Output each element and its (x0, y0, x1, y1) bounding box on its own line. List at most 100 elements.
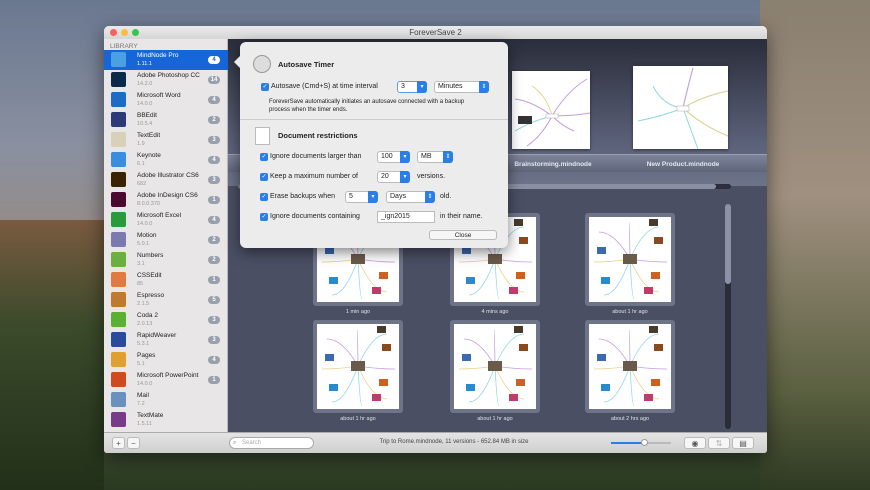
app-version: 14.0.0 (137, 381, 153, 387)
app-name: Microsoft PowerPoint (137, 372, 199, 379)
version-count-badge: 2 (208, 116, 220, 124)
zoom-slider[interactable] (611, 439, 671, 446)
remove-app-button[interactable]: − (127, 437, 140, 449)
desktop-background-rock (760, 0, 870, 490)
app-name: Adobe Photoshop CC (137, 72, 200, 79)
app-name: Microsoft Excel (137, 212, 182, 219)
word-icon (111, 92, 126, 107)
version-count-badge: 2 (208, 256, 220, 264)
app-name: CSSEdit (137, 272, 162, 279)
app-version: 3.1 (137, 261, 145, 267)
autosave-unit-select[interactable]: Minutes ⇕ (434, 81, 489, 93)
close-button[interactable]: Close (429, 230, 497, 240)
version-timestamp: about 1 hr ago (612, 309, 648, 315)
close-window-button[interactable] (110, 29, 117, 36)
sidebar-item[interactable]: Coda 2 2.0.13 3 (104, 310, 228, 330)
erase-backups-label: Erase backups when (270, 193, 335, 200)
version-timestamp: 4 mins ago (481, 309, 509, 315)
sidebar-item[interactable]: BBEdit 10.5.4 2 (104, 110, 228, 130)
version-card[interactable] (313, 320, 403, 413)
sidebar-item[interactable]: RapidWeaver 5.3.1 3 (104, 330, 228, 350)
app-version: 1.5.11 (137, 421, 152, 427)
sidebar-item[interactable]: TextEdit 1.9 3 (104, 130, 228, 150)
updown-chevron-icon: ⇕ (479, 81, 489, 93)
version-card[interactable] (585, 320, 675, 413)
sidebar-item[interactable]: Espresso 2.1.5 5 (104, 290, 228, 310)
erase-unit-select[interactable]: Days ⇕ (386, 191, 435, 203)
version-count-badge: 4 (208, 56, 220, 64)
bbedit-icon (111, 112, 126, 127)
size-limit-combo[interactable]: 100 ▾ (377, 151, 410, 163)
document-thumbnail-brainstorming[interactable] (512, 71, 591, 149)
autosave-title: Autosave Timer (278, 60, 335, 69)
preview-button[interactable]: ◉ (684, 437, 706, 449)
sidebar-item[interactable]: Microsoft Excel 14.0.0 4 (104, 210, 228, 230)
sidebar-item[interactable]: Mail 7.2 (104, 390, 228, 410)
title-bar: ForeverSave 2 (104, 26, 767, 39)
app-version: 8.0.0.370 (137, 201, 160, 207)
zoom-slider-knob[interactable] (641, 439, 648, 446)
app-version: 1.9 (137, 141, 145, 147)
powerpoint-icon (111, 372, 126, 387)
sidebar-item[interactable]: Adobe Illustrator CS6 682 3 (104, 170, 228, 190)
minimize-window-button[interactable] (121, 29, 128, 36)
app-version: 7.2 (137, 401, 145, 407)
photoshop-icon (111, 72, 126, 87)
export-button[interactable]: ▤ (732, 437, 754, 449)
document-thumbnail-new-product[interactable] (633, 66, 729, 150)
erase-age-combo[interactable]: 5 ▾ (345, 191, 378, 203)
version-timestamp: about 2 hrs ago (610, 416, 650, 422)
version-card[interactable] (450, 320, 540, 413)
vertical-scrollbar[interactable] (725, 204, 731, 429)
sidebar-item[interactable]: Numbers 3.1 2 (104, 250, 228, 270)
max-versions-combo[interactable]: 20 ▾ (377, 171, 410, 183)
sidebar-item[interactable]: Adobe InDesign CS6 8.0.0.370 1 (104, 190, 228, 210)
sidebar-item[interactable]: Keynote 6.1 4 (104, 150, 228, 170)
app-version: 2.0.13 (137, 321, 153, 327)
ignore-larger-checkbox[interactable]: ✓ (260, 153, 268, 161)
scrollbar-thumb[interactable] (725, 204, 731, 284)
sidebar-item[interactable]: TextMate 1.5.11 (104, 410, 228, 430)
sidebar-item[interactable]: Microsoft Word 14.0.0 4 (104, 90, 228, 110)
sidebar-item[interactable]: Adobe Photoshop CC 14.2.0 14 (104, 70, 228, 90)
app-name: Mail (137, 392, 149, 399)
sidebar-item[interactable]: Pages 5.1 4 (104, 350, 228, 370)
ignore-pattern-input[interactable]: _ign2015 (377, 211, 435, 223)
restrictions-title: Document restrictions (278, 131, 358, 140)
sidebar-item[interactable]: Microsoft PowerPoint 14.0.0 1 (104, 370, 228, 390)
version-count-badge: 1 (208, 276, 220, 284)
keep-max-checkbox[interactable]: ✓ (260, 173, 268, 181)
version-count-badge: 4 (208, 356, 220, 364)
numbers-icon (111, 252, 126, 267)
sidebar-item[interactable]: MindNode Pro 1.11.1 4 (104, 50, 228, 70)
library-header: LIBRARY (110, 43, 138, 50)
mindmap-preview (589, 217, 671, 302)
illustrator-icon (111, 172, 126, 187)
pages-icon (111, 352, 126, 367)
mindmap-preview (317, 324, 399, 409)
add-app-button[interactable]: + (112, 437, 125, 449)
autosave-checkbox[interactable]: ✓ (261, 83, 269, 91)
espresso-icon (111, 292, 126, 307)
version-count-badge: 4 (208, 96, 220, 104)
popover-arrow (234, 56, 240, 68)
mail-icon (111, 392, 126, 407)
chevron-down-icon: ▾ (368, 191, 378, 203)
search-input[interactable]: ⌕ Search (229, 437, 314, 449)
app-version: 5.0.1 (137, 241, 150, 247)
version-count-badge: 3 (208, 136, 220, 144)
size-unit-select[interactable]: MB ⇕ (417, 151, 453, 163)
app-version: 5.1 (137, 361, 145, 367)
ignore-containing-suffix: in their name. (440, 213, 483, 220)
sidebar-item[interactable]: CSSEdit 85 1 (104, 270, 228, 290)
restore-button[interactable]: ⇅ (708, 437, 730, 449)
version-card[interactable] (585, 213, 675, 306)
erase-backups-checkbox[interactable]: ✓ (260, 193, 268, 201)
zoom-window-button[interactable] (132, 29, 139, 36)
keep-max-label: Keep a maximum number of (270, 173, 358, 180)
ignore-larger-label: Ignore documents larger than (270, 153, 362, 160)
ignore-containing-checkbox[interactable]: ✓ (260, 213, 268, 221)
chevron-down-icon: ▾ (417, 81, 427, 93)
autosave-interval-combo[interactable]: 3 ▾ (397, 81, 427, 93)
sidebar-item[interactable]: Motion 5.0.1 2 (104, 230, 228, 250)
